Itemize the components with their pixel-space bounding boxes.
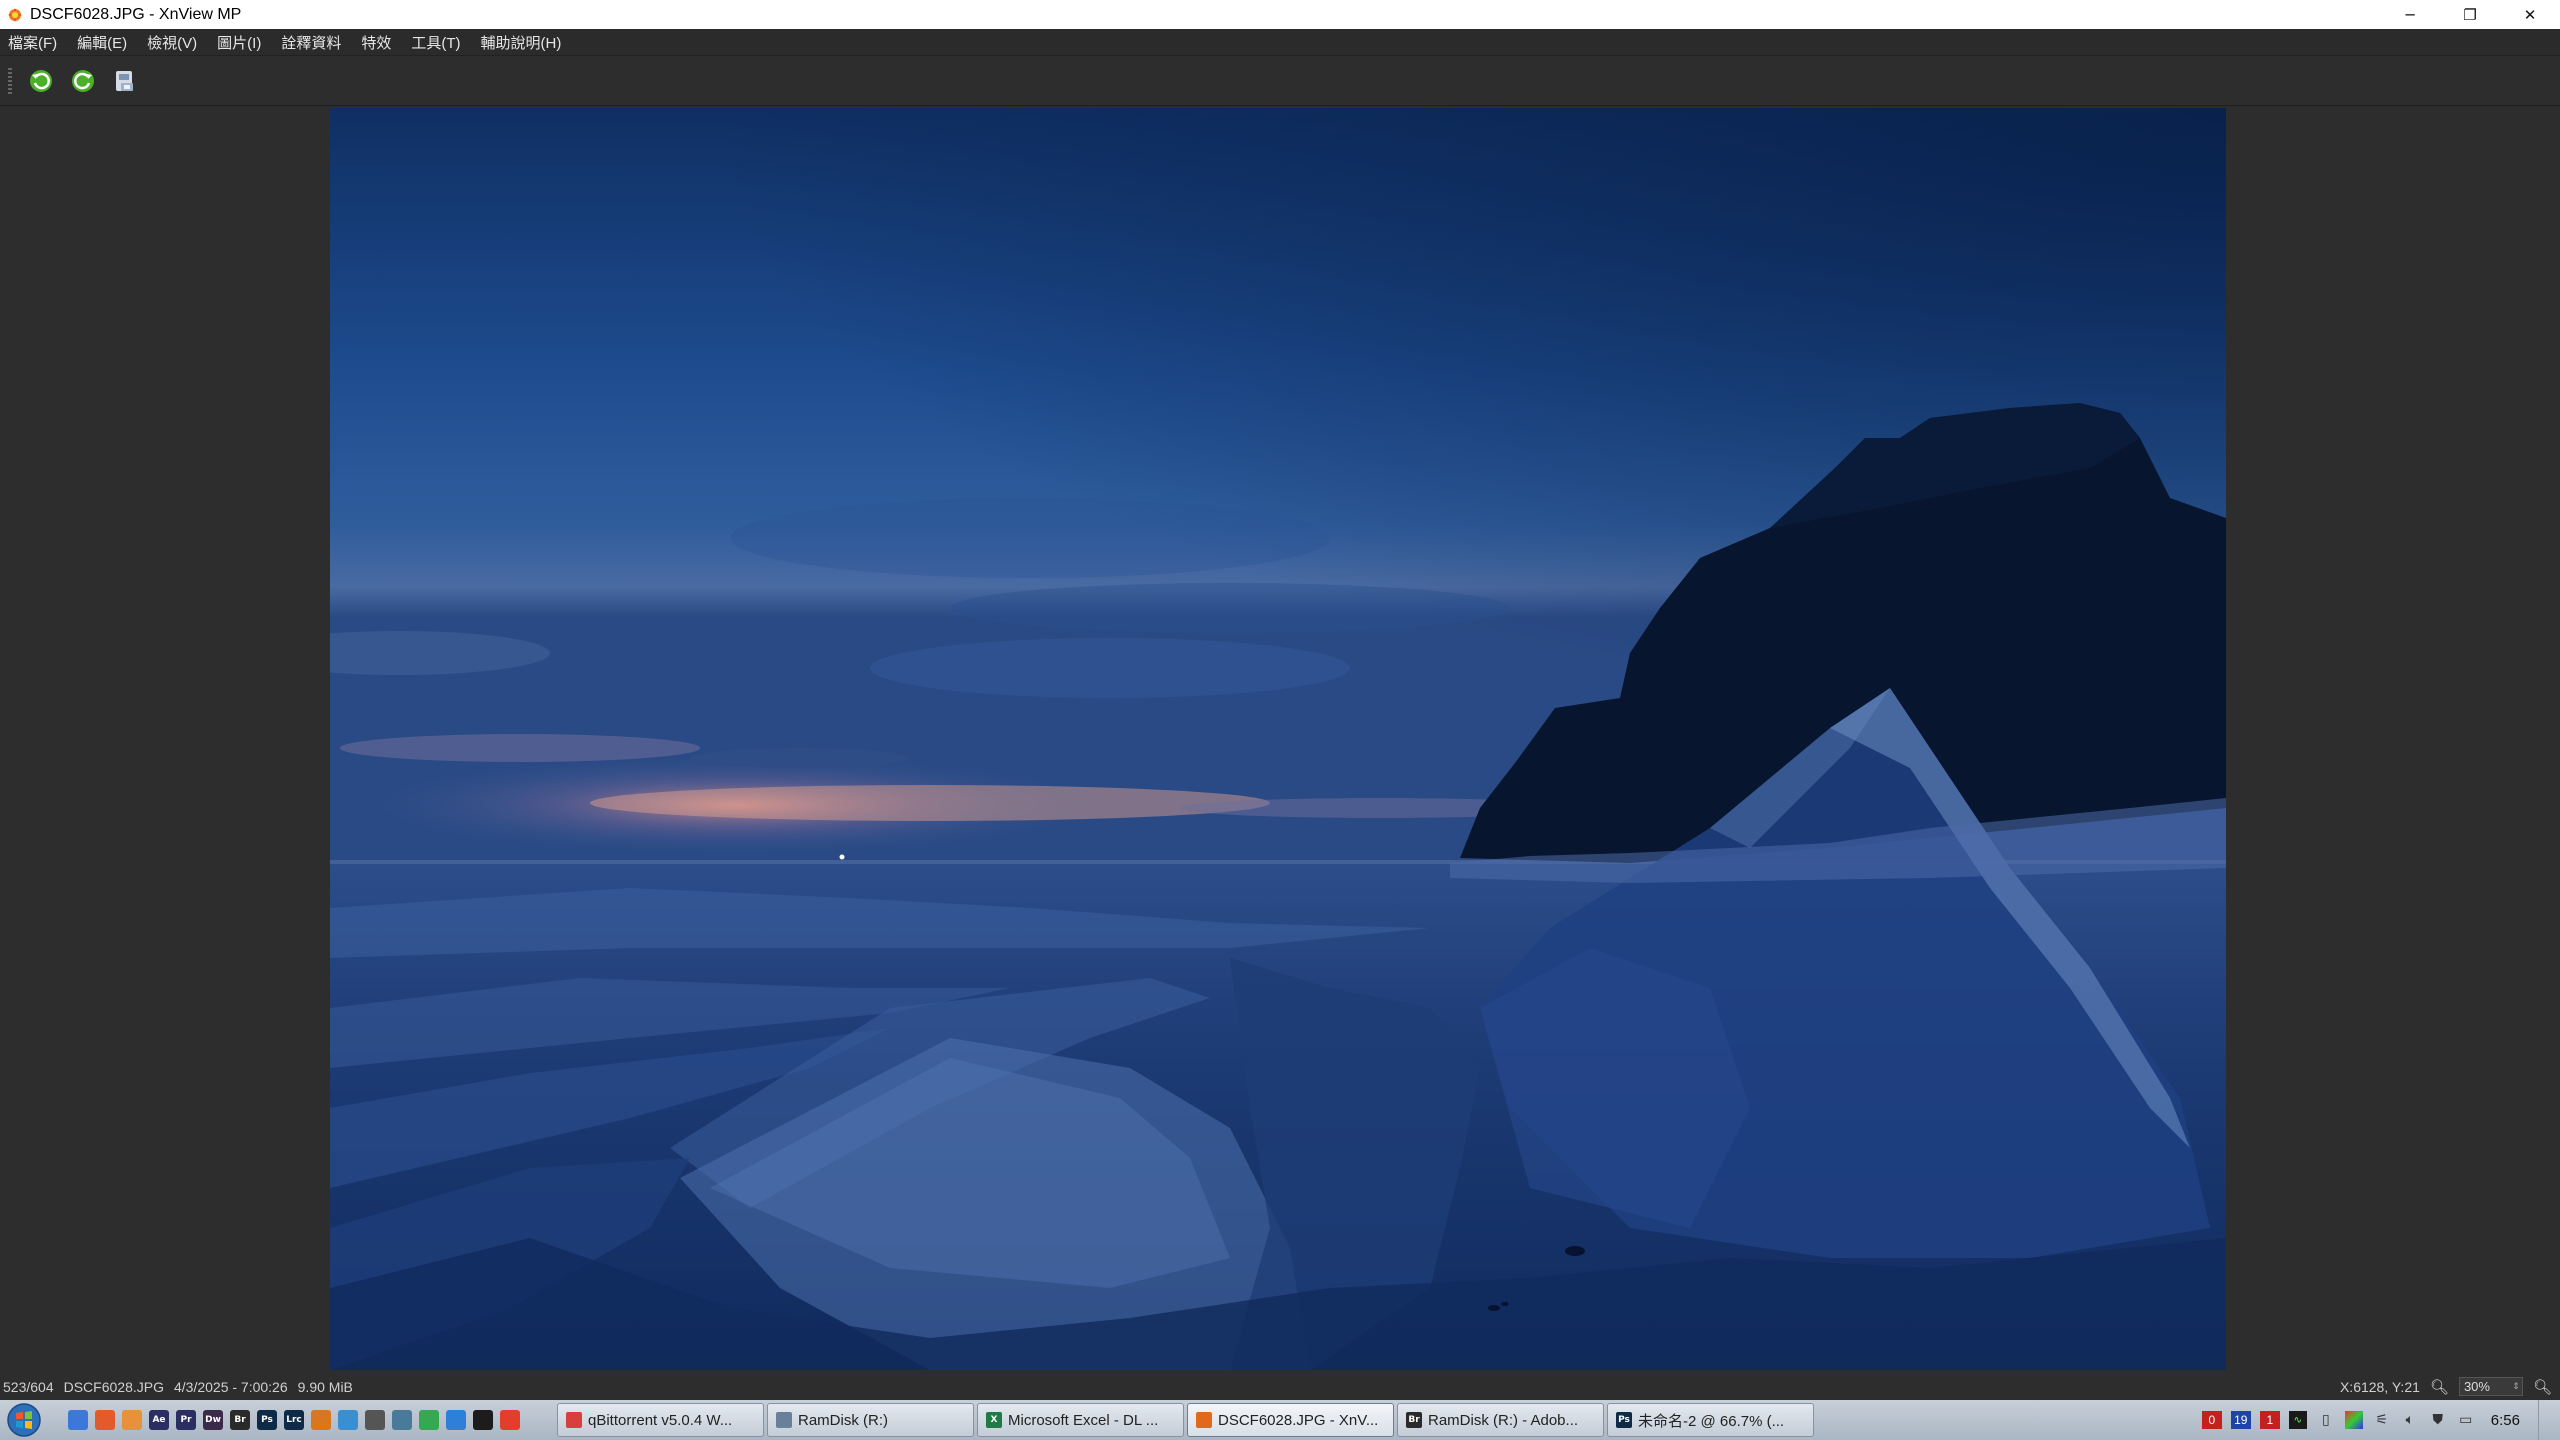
rotate-right-icon[interactable] <box>68 66 98 96</box>
window-controls: ─ ❐ ✕ <box>2380 0 2560 29</box>
status-bar: 523/604 DSCF6028.JPG 4/3/2025 - 7:00:26 … <box>0 1375 2560 1398</box>
task-app-icon <box>1196 1412 1212 1428</box>
zoom-level-value: 30% <box>2463 1379 2490 1394</box>
zoom-level-field[interactable]: 30% ⇕ <box>2458 1377 2523 1396</box>
menu-tools[interactable]: 工具(T) <box>411 32 460 53</box>
task-app-icon: Ps <box>1616 1412 1632 1428</box>
taskbar-button[interactable]: qBittorrent v5.0.4 W... <box>557 1403 764 1437</box>
start-button[interactable] <box>0 1400 48 1440</box>
file-name: DSCF6028.JPG <box>63 1378 164 1395</box>
taskbar-button[interactable]: Ps 未命名-2 @ 66.7% (... <box>1607 1403 1814 1437</box>
taskbar-button[interactable]: DSCF6028.JPG - XnV... <box>1187 1403 1394 1437</box>
quick-launch-icon[interactable]: Br <box>230 1410 250 1430</box>
tray-badges: 0 19 1 <box>2201 1411 2289 1429</box>
image-viewer[interactable] <box>0 106 2560 1370</box>
show-desktop-button[interactable] <box>2538 1400 2550 1440</box>
toolbar <box>0 56 2560 106</box>
taskbar-clock[interactable]: 6:56 <box>2491 1412 2520 1429</box>
quick-launch-icon[interactable]: Ae <box>149 1410 169 1430</box>
pixel-coordinates: X:6128, Y:21 <box>2339 1378 2420 1395</box>
quick-launch: Ae Pr Dw Br Ps Lrc <box>68 1410 527 1430</box>
restore-button[interactable]: ❐ <box>2440 0 2500 29</box>
zoom-spinner-icon[interactable]: ⇕ <box>2512 1381 2520 1392</box>
quick-launch-icon[interactable]: Pr <box>176 1410 196 1430</box>
close-button[interactable]: ✕ <box>2500 0 2560 29</box>
image-index: 523/604 <box>3 1378 54 1395</box>
quick-launch-icon[interactable]: Lrc <box>284 1410 304 1430</box>
quick-launch-icon[interactable]: Dw <box>203 1410 223 1430</box>
taskbar-button-label: RamDisk (R:) - Adob... <box>1428 1411 1579 1429</box>
action-center-icon[interactable]: ▭ <box>2457 1411 2475 1429</box>
quick-launch-icon[interactable] <box>122 1410 142 1430</box>
task-app-icon: Br <box>1406 1412 1422 1428</box>
color-app-icon[interactable] <box>2344 1411 2363 1429</box>
quick-launch-icon[interactable] <box>95 1410 115 1430</box>
taskbar-button-label: DSCF6028.JPG - XnV... <box>1218 1411 1379 1429</box>
quick-launch-icon[interactable] <box>446 1410 466 1430</box>
task-app-icon: X <box>986 1412 1002 1428</box>
tray-counter-badge[interactable]: 0 <box>2201 1411 2222 1429</box>
xnview-window: DSCF6028.JPG - XnView MP ─ ❐ ✕ 檔案(F) 編輯(… <box>0 0 2560 1440</box>
network-icon[interactable]: ⚟ <box>2373 1411 2391 1429</box>
title-bar: DSCF6028.JPG - XnView MP ─ ❐ ✕ <box>0 0 2560 29</box>
taskbar-button-label: 未命名-2 @ 66.7% (... <box>1638 1412 1785 1430</box>
save-icon[interactable] <box>110 66 140 96</box>
zoom-out-icon[interactable]: 🔍︎ <box>2430 1378 2449 1396</box>
lake-ice-twilight-photo[interactable] <box>330 108 2226 1370</box>
zoom-in-icon[interactable]: 🔍︎ <box>2533 1378 2552 1396</box>
taskbar-button[interactable]: Br RamDisk (R:) - Adob... <box>1397 1403 1604 1437</box>
taskbar-button-label: RamDisk (R:) <box>798 1411 888 1429</box>
quick-launch-icon[interactable] <box>419 1410 439 1430</box>
volume-icon[interactable]: 🔈︎ <box>2401 1411 2419 1429</box>
quick-launch-icon[interactable] <box>68 1410 88 1430</box>
minimize-button[interactable]: ─ <box>2380 0 2440 29</box>
taskbar-button[interactable]: RamDisk (R:) <box>767 1403 974 1437</box>
quick-launch-icon[interactable] <box>311 1410 331 1430</box>
activity-meter-icon[interactable]: ∿ <box>2288 1411 2307 1429</box>
quick-launch-icon[interactable] <box>392 1410 412 1430</box>
system-tray: 0 19 1 ∿ ▯ ⚟ 🔈︎ ⛊ ▭ 6:56 <box>2201 1400 2560 1440</box>
menu-bar: 檔案(F) 編輯(E) 檢視(V) 圖片(I) 詮釋資料 特效 工具(T) 輔助… <box>0 29 2560 56</box>
menu-view[interactable]: 檢視(V) <box>147 32 197 53</box>
menu-help[interactable]: 輔助說明(H) <box>481 32 562 53</box>
windows-taskbar: Ae Pr Dw Br Ps Lrc qBittorrent v5.0.4 W... Ram… <box>0 1400 2560 1440</box>
file-datetime: 4/3/2025 - 7:00:26 <box>173 1378 288 1395</box>
window-title: DSCF6028.JPG - XnView MP <box>30 5 242 23</box>
status-right: X:6128, Y:21 🔍︎ 30% ⇕ 🔍︎ <box>2330 1375 2552 1398</box>
status-left: 523/604 DSCF6028.JPG 4/3/2025 - 7:00:26 … <box>0 1379 363 1395</box>
tray-counter-badge[interactable]: 19 <box>2230 1411 2251 1429</box>
rotate-left-icon[interactable] <box>26 66 56 96</box>
security-shield-icon[interactable]: ⛊ <box>2429 1411 2447 1429</box>
toolbar-grip[interactable] <box>8 67 12 94</box>
menu-effects[interactable]: 特效 <box>361 32 391 53</box>
quick-launch-icon[interactable] <box>365 1410 385 1430</box>
quick-launch-icon[interactable] <box>338 1410 358 1430</box>
menu-image[interactable]: 圖片(I) <box>217 32 261 53</box>
tray-counter-badge[interactable]: 1 <box>2259 1411 2280 1429</box>
quick-launch-icon[interactable] <box>473 1410 493 1430</box>
taskbar-buttons: qBittorrent v5.0.4 W... RamDisk (R:) X Micr… <box>557 1403 1817 1437</box>
menu-file[interactable]: 檔案(F) <box>8 32 57 53</box>
quick-launch-icon[interactable] <box>500 1410 520 1430</box>
xnview-logo-icon <box>6 6 24 24</box>
task-app-icon <box>566 1412 582 1428</box>
task-app-icon <box>776 1412 792 1428</box>
file-size: 9.90 MiB <box>297 1378 353 1395</box>
menu-metadata[interactable]: 詮釋資料 <box>281 32 341 53</box>
taskbar-button[interactable]: X Microsoft Excel - DL ... <box>977 1403 1184 1437</box>
quick-launch-icon[interactable]: Ps <box>257 1410 277 1430</box>
taskbar-button-label: qBittorrent v5.0.4 W... <box>588 1411 733 1429</box>
menu-edit[interactable]: 編輯(E) <box>77 32 127 53</box>
usb-device-icon[interactable]: ▯ <box>2317 1411 2335 1429</box>
taskbar-button-label: Microsoft Excel - DL ... <box>1008 1411 1159 1429</box>
